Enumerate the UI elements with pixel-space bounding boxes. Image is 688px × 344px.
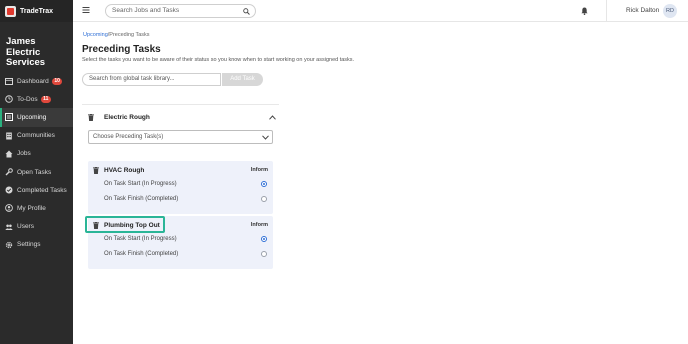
radio-on-task-start[interactable] <box>261 236 267 242</box>
sidebar-item-label: To-Dos <box>17 95 38 103</box>
search-placeholder: Search Jobs and Tasks <box>112 7 180 14</box>
preceding-task-title: HVAC Rough <box>104 167 145 174</box>
option-on-task-start: On Task Start (In Progress) <box>104 236 177 242</box>
radio-on-task-finish[interactable] <box>261 196 267 202</box>
search-input[interactable]: Search Jobs and Tasks <box>105 4 256 18</box>
tradetrax-logo-icon <box>5 5 16 17</box>
sidebar-item-settings[interactable]: Settings <box>0 236 73 254</box>
upcoming-icon <box>5 113 13 122</box>
option-on-task-finish: On Task Finish (Completed) <box>104 196 179 202</box>
task-header: Electric Rough <box>88 113 278 125</box>
user-name[interactable]: Rick Dalton <box>626 7 659 14</box>
building-icon <box>5 132 13 140</box>
section-divider <box>82 104 279 105</box>
todos-count-badge: 11 <box>40 95 51 103</box>
sidebar-item-label: Completed Tasks <box>17 186 67 194</box>
sidebar-nav: Dashboard 10 To-Dos 11 Upcoming Communit… <box>0 72 73 254</box>
wrench-icon <box>5 168 13 176</box>
breadcrumb-upcoming-link[interactable]: Upcoming <box>83 32 108 38</box>
sidebar-item-label: Communities <box>17 132 55 140</box>
users-icon <box>5 223 13 231</box>
sidebar-item-label: Settings <box>17 241 41 249</box>
sidebar-item-label: Users <box>17 223 34 231</box>
trash-icon[interactable] <box>88 114 94 121</box>
sidebar-item-label: Open Tasks <box>17 168 52 176</box>
avatar[interactable]: RD <box>663 4 677 18</box>
sidebar-item-todos[interactable]: To-Dos 11 <box>0 90 73 108</box>
sidebar-item-jobs[interactable]: Jobs <box>0 145 73 163</box>
add-task-button[interactable]: Add Task <box>222 73 263 86</box>
home-icon <box>5 150 13 158</box>
top-bar: Search Jobs and Tasks Rick Dalton RD <box>73 0 688 22</box>
company-name: James Electric Services <box>6 36 46 68</box>
breadcrumb: Upcoming/Preceding Tasks <box>83 32 150 38</box>
select-placeholder: Choose Preceding Task(s) <box>93 134 164 140</box>
sidebar-item-label: Jobs <box>17 150 31 158</box>
breadcrumb-current: Preceding Tasks <box>109 32 150 38</box>
calendar-icon <box>5 77 13 86</box>
sidebar: TradeTrax James Electric Services Dashbo… <box>0 0 73 344</box>
user-icon <box>5 204 13 213</box>
highlight-box <box>85 216 165 233</box>
radio-on-task-finish[interactable] <box>261 251 267 257</box>
sidebar-item-label: My Profile <box>17 204 46 212</box>
sidebar-item-my-profile[interactable]: My Profile <box>0 199 73 217</box>
sidebar-item-completed-tasks[interactable]: Completed Tasks <box>0 181 73 199</box>
dashboard-count-badge: 10 <box>51 77 63 85</box>
sidebar-item-open-tasks[interactable]: Open Tasks <box>0 163 73 181</box>
sidebar-item-label: Dashboard <box>17 77 49 85</box>
sidebar-item-upcoming[interactable]: Upcoming <box>0 108 73 127</box>
sidebar-item-communities[interactable]: Communities <box>0 127 73 145</box>
preceding-task-select[interactable]: Choose Preceding Task(s) <box>88 130 273 144</box>
option-on-task-start: On Task Start (In Progress) <box>104 181 177 187</box>
task-title: Electric Rough <box>104 114 150 121</box>
todo-icon <box>5 95 13 104</box>
page-subtitle: Select the tasks you want to be aware of… <box>82 57 355 63</box>
sidebar-item-label: Upcoming <box>17 113 47 121</box>
sidebar-item-users[interactable]: Users <box>0 218 73 236</box>
sidebar-item-dashboard[interactable]: Dashboard 10 <box>0 72 73 90</box>
gear-icon <box>5 241 13 249</box>
page-title: Preceding Tasks <box>82 44 161 55</box>
radio-on-task-start[interactable] <box>261 181 267 187</box>
check-circle-icon <box>5 186 13 194</box>
bell-icon[interactable] <box>581 7 588 15</box>
preceding-task-card: HVAC Rough Inform On Task Start (In Prog… <box>88 161 273 214</box>
task-library-search-input[interactable]: Search from global task library... <box>82 73 221 86</box>
top-divider <box>606 0 607 22</box>
brand-name: TradeTrax <box>20 7 54 15</box>
search-icon[interactable] <box>243 7 250 15</box>
chevron-down-icon <box>262 135 269 140</box>
hamburger-menu-icon[interactable] <box>82 6 90 14</box>
trash-icon[interactable] <box>93 167 99 174</box>
option-on-task-finish: On Task Finish (Completed) <box>104 251 179 257</box>
inform-label: Inform <box>250 222 268 228</box>
brand[interactable]: TradeTrax <box>0 0 73 22</box>
chevron-up-icon[interactable] <box>269 115 276 120</box>
inform-label: Inform <box>250 167 268 173</box>
